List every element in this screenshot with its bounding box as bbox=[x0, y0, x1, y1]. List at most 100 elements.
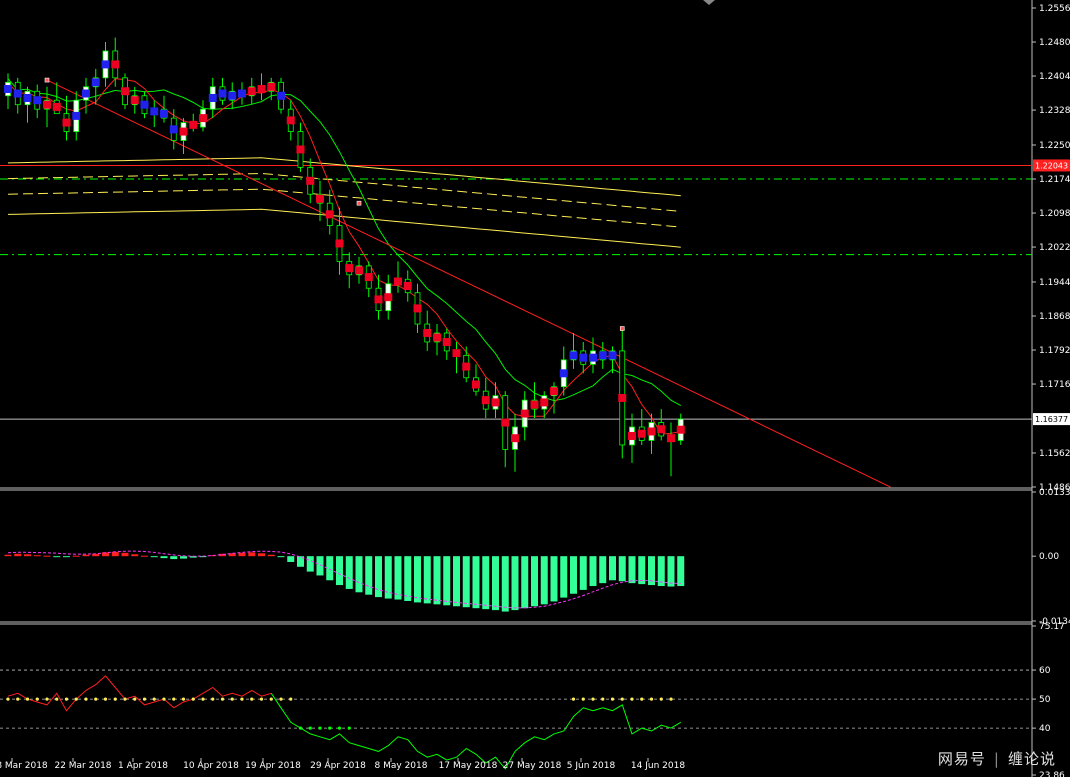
macd-bar bbox=[609, 556, 616, 581]
price-tick-label: 1.17160 bbox=[1039, 380, 1070, 390]
heiken-block bbox=[550, 387, 558, 396]
macd-bar bbox=[14, 553, 22, 557]
macd-bar bbox=[570, 556, 577, 594]
time-tick-label: 27 May 2018 bbox=[503, 761, 562, 771]
macd-bar bbox=[345, 556, 353, 589]
macd-tick-label: 0.01333 bbox=[1039, 488, 1070, 498]
rsi-signal-dot bbox=[123, 697, 127, 701]
heiken-block bbox=[462, 362, 471, 371]
rsi-signal-dot bbox=[659, 697, 663, 701]
macd-bar bbox=[160, 556, 168, 559]
rsi-tick-label: 40 bbox=[1039, 724, 1051, 734]
time-tick-label: 22 Mar 2018 bbox=[54, 761, 111, 771]
rsi-signal-dot bbox=[230, 697, 234, 701]
heiken-block bbox=[676, 425, 685, 434]
heiken-block bbox=[82, 89, 90, 98]
heiken-block bbox=[72, 111, 81, 120]
heiken-block bbox=[540, 398, 549, 407]
heiken-block bbox=[169, 125, 178, 134]
heiken-block bbox=[111, 60, 120, 69]
rsi-signal-dot bbox=[142, 697, 147, 701]
rsi-signal-dot bbox=[669, 697, 673, 701]
rsi-signal-dot bbox=[45, 697, 49, 701]
heiken-block bbox=[501, 418, 510, 427]
heiken-block bbox=[23, 93, 32, 102]
heiken-block bbox=[384, 293, 393, 302]
rsi-signal-dot bbox=[181, 697, 186, 701]
rsi-signal-dot bbox=[162, 697, 166, 701]
rsi-signal-dot bbox=[113, 697, 117, 701]
time-tick-label: 8 May 2018 bbox=[375, 761, 428, 771]
macd-bar bbox=[336, 556, 343, 586]
rsi-signal-dot bbox=[337, 726, 342, 730]
macd-bar bbox=[355, 556, 363, 593]
macd-bar bbox=[423, 556, 431, 604]
rsi-signal-dot bbox=[55, 697, 59, 701]
macd-bar bbox=[677, 556, 685, 587]
rsi-signal-dot bbox=[328, 726, 332, 730]
rsi-signal-dot bbox=[64, 697, 69, 701]
macd-bar bbox=[667, 556, 675, 587]
heiken-block bbox=[335, 239, 344, 248]
macd-bar bbox=[150, 556, 158, 558]
macd-bar bbox=[287, 556, 295, 562]
macd-bar bbox=[628, 556, 636, 584]
rsi-signal-dot bbox=[318, 726, 322, 730]
rsi-signal-dot bbox=[610, 697, 615, 701]
macd-bar bbox=[258, 553, 265, 557]
watermark-left: 网易号 bbox=[937, 750, 986, 768]
macd-bar bbox=[365, 556, 373, 595]
macd-tick-label: 0.00 bbox=[1039, 552, 1059, 562]
rsi-signal-dot bbox=[201, 697, 205, 701]
macd-bar bbox=[579, 556, 587, 590]
price-tick-label: 1.19440 bbox=[1039, 278, 1070, 288]
rsi-signal-dot bbox=[172, 697, 176, 701]
macd-bar bbox=[375, 556, 382, 598]
macd-bar bbox=[82, 554, 90, 557]
macd-bar bbox=[638, 556, 646, 585]
time-tick-label: 1 Apr 2018 bbox=[118, 761, 168, 771]
rsi-signal-dot bbox=[308, 726, 312, 730]
heiken-block bbox=[228, 91, 237, 100]
macd-bar bbox=[53, 556, 61, 558]
heiken-block bbox=[306, 176, 315, 185]
level-price-tag-label: 1.22043 bbox=[1035, 161, 1068, 170]
heiken-block bbox=[442, 337, 451, 346]
heiken-block bbox=[608, 351, 617, 360]
rsi-signal-dot bbox=[591, 697, 595, 701]
macd-bar bbox=[531, 556, 538, 607]
rsi-signal-dot bbox=[94, 697, 98, 701]
heiken-block bbox=[43, 100, 51, 109]
macd-bar bbox=[540, 556, 548, 605]
heiken-block bbox=[481, 396, 490, 405]
heiken-block bbox=[491, 398, 500, 407]
rsi-signal-dot bbox=[211, 697, 215, 701]
macd-bar bbox=[433, 556, 441, 605]
macd-bar bbox=[180, 556, 187, 559]
macd-bar bbox=[63, 556, 70, 558]
price-tick-label: 1.24040 bbox=[1039, 72, 1070, 82]
price-tick-label: 1.18680 bbox=[1039, 312, 1070, 322]
heiken-block bbox=[286, 116, 295, 125]
heiken-block bbox=[179, 127, 188, 136]
heiken-block bbox=[257, 85, 266, 94]
rsi-signal-dot bbox=[279, 697, 283, 701]
watermark-right: 缠论说 bbox=[1007, 750, 1056, 768]
heiken-block bbox=[657, 425, 666, 434]
heiken-block bbox=[423, 329, 432, 338]
time-tick-label: 29 Apr 2018 bbox=[310, 761, 366, 771]
time-tick-label: 8 Mar 2018 bbox=[0, 761, 48, 771]
macd-bar bbox=[33, 555, 41, 557]
heiken-block bbox=[403, 281, 412, 290]
macd-bar bbox=[560, 556, 568, 598]
macd-bar bbox=[248, 552, 256, 557]
macd-bar bbox=[238, 552, 246, 557]
rsi-signal-dot bbox=[630, 697, 634, 701]
macd-bar bbox=[501, 556, 509, 612]
heiken-block bbox=[559, 369, 568, 378]
heiken-block bbox=[355, 266, 363, 275]
heiken-block bbox=[140, 100, 149, 109]
heiken-block bbox=[218, 89, 227, 98]
rsi-signal-dot bbox=[6, 697, 10, 701]
macd-bar bbox=[394, 556, 402, 600]
